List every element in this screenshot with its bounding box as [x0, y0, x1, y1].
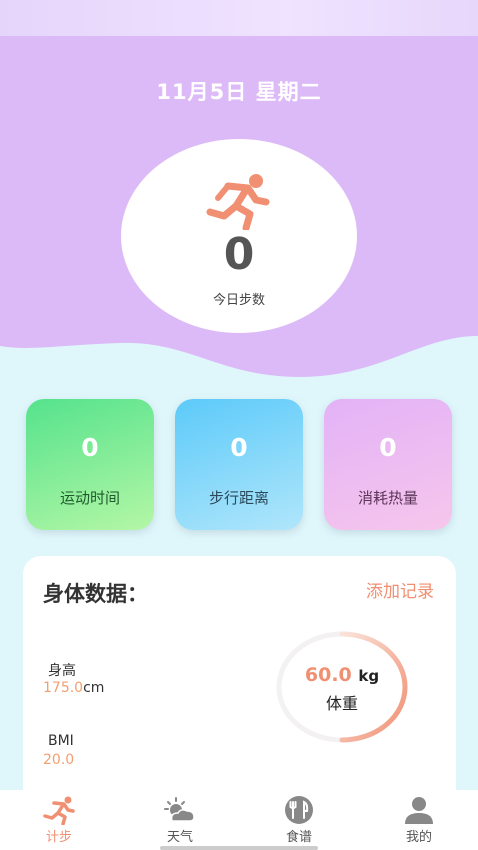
running-person-icon [206, 174, 270, 230]
tab-profile[interactable]: 我的 [379, 790, 459, 850]
step-counter: 0 今日步数 [121, 139, 357, 333]
tab-weather[interactable]: 天气 [140, 790, 220, 850]
weight-unit: kg [358, 667, 380, 685]
date-label: 11月5日 星期二 [156, 80, 322, 104]
home-indicator[interactable] [160, 846, 318, 850]
weight-ring [276, 631, 408, 743]
add-record-button[interactable]: 添加记录 [366, 577, 434, 602]
recipe-icon [285, 796, 313, 824]
weight-number: 60.0 [304, 664, 352, 686]
bmi-value: 20.0 [43, 752, 74, 768]
calories-label: 消耗热量 [357, 489, 418, 507]
height-number: 175.0 [43, 680, 84, 696]
walk-distance-label: 步行距离 [208, 489, 269, 507]
body-data-title: 身体数据： [43, 582, 148, 606]
height-value: 175.0cm [43, 680, 104, 696]
tab-step-counter[interactable]: 计步 [19, 790, 99, 850]
tab-profile-label: 我的 [405, 830, 432, 845]
tab-weather-label: 天气 [166, 830, 193, 845]
weather-icon [164, 797, 195, 822]
tab-step-counter-label: 计步 [45, 830, 72, 845]
bottom-tab-bar: 计步 天气 食谱 我的 [0, 790, 478, 850]
exercise-time-value: 0 [81, 433, 99, 462]
running-person-icon [43, 796, 75, 825]
exercise-time-card[interactable]: 0 运动时间 [26, 399, 154, 530]
body-data-card: 身体数据： 添加记录 身高 175.0cm BMI 20.0 60.0 kg 体… [23, 556, 456, 816]
bmi-label: BMI [48, 733, 74, 749]
walk-distance-value: 0 [230, 433, 248, 462]
height-label: 身高 [48, 663, 76, 679]
step-count-label: 今日步数 [212, 293, 265, 308]
bmi-number: 20.0 [43, 752, 75, 768]
exercise-time-label: 运动时间 [59, 489, 120, 507]
status-bar [0, 0, 478, 36]
profile-icon [405, 797, 433, 824]
step-count: 0 [223, 229, 255, 280]
calories-card[interactable]: 0 消耗热量 [324, 399, 452, 530]
weight-label: 体重 [325, 694, 358, 713]
tab-recipe[interactable]: 食谱 [259, 790, 339, 850]
calories-value: 0 [379, 433, 397, 462]
weight-value: 60.0 kg [274, 664, 410, 686]
walk-distance-card[interactable]: 0 步行距离 [175, 399, 303, 530]
tab-recipe-label: 食谱 [285, 830, 312, 845]
height-unit: cm [83, 680, 105, 696]
